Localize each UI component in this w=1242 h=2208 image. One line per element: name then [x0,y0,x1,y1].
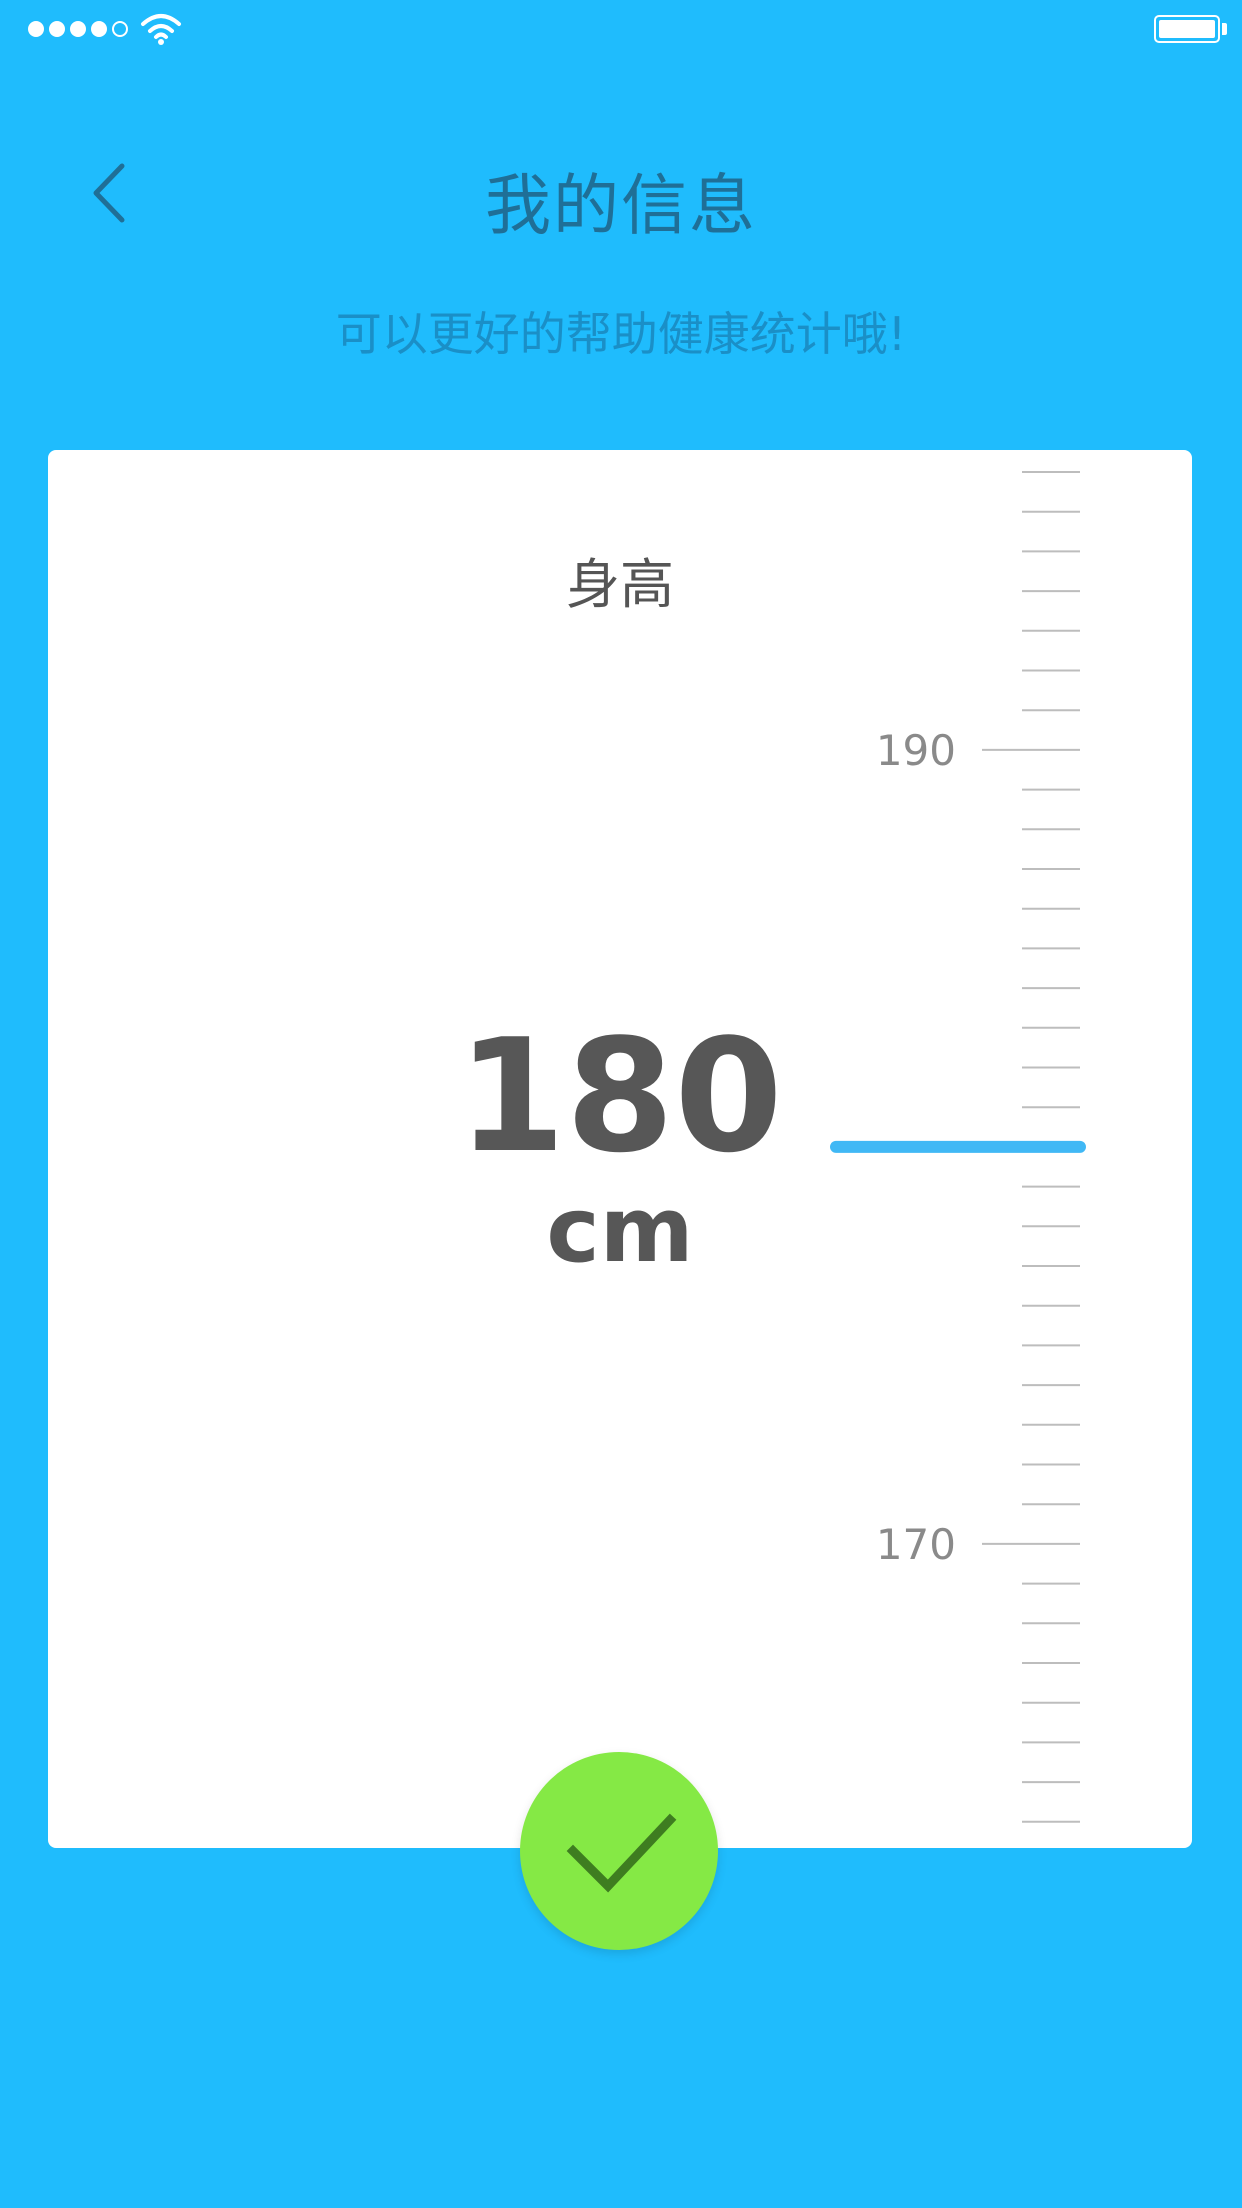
wifi-icon [141,14,181,45]
check-icon [566,1813,677,1893]
confirm-button[interactable] [520,1752,718,1950]
battery-tip [1222,23,1227,35]
height-ruler[interactable]: 190 170 [48,450,1192,1848]
page-subtitle: 可以更好的帮助健康统计哦! [335,307,907,361]
ruler-label: 190 [876,726,956,775]
height-picker-card: 身高 180 cm 190 170 [48,450,1192,1848]
status-bar [0,0,1242,60]
ruler-label: 170 [876,1520,956,1569]
battery-icon [1154,15,1220,43]
page-title: 我的信息 [485,167,757,244]
signal-strength-icon [28,21,128,37]
